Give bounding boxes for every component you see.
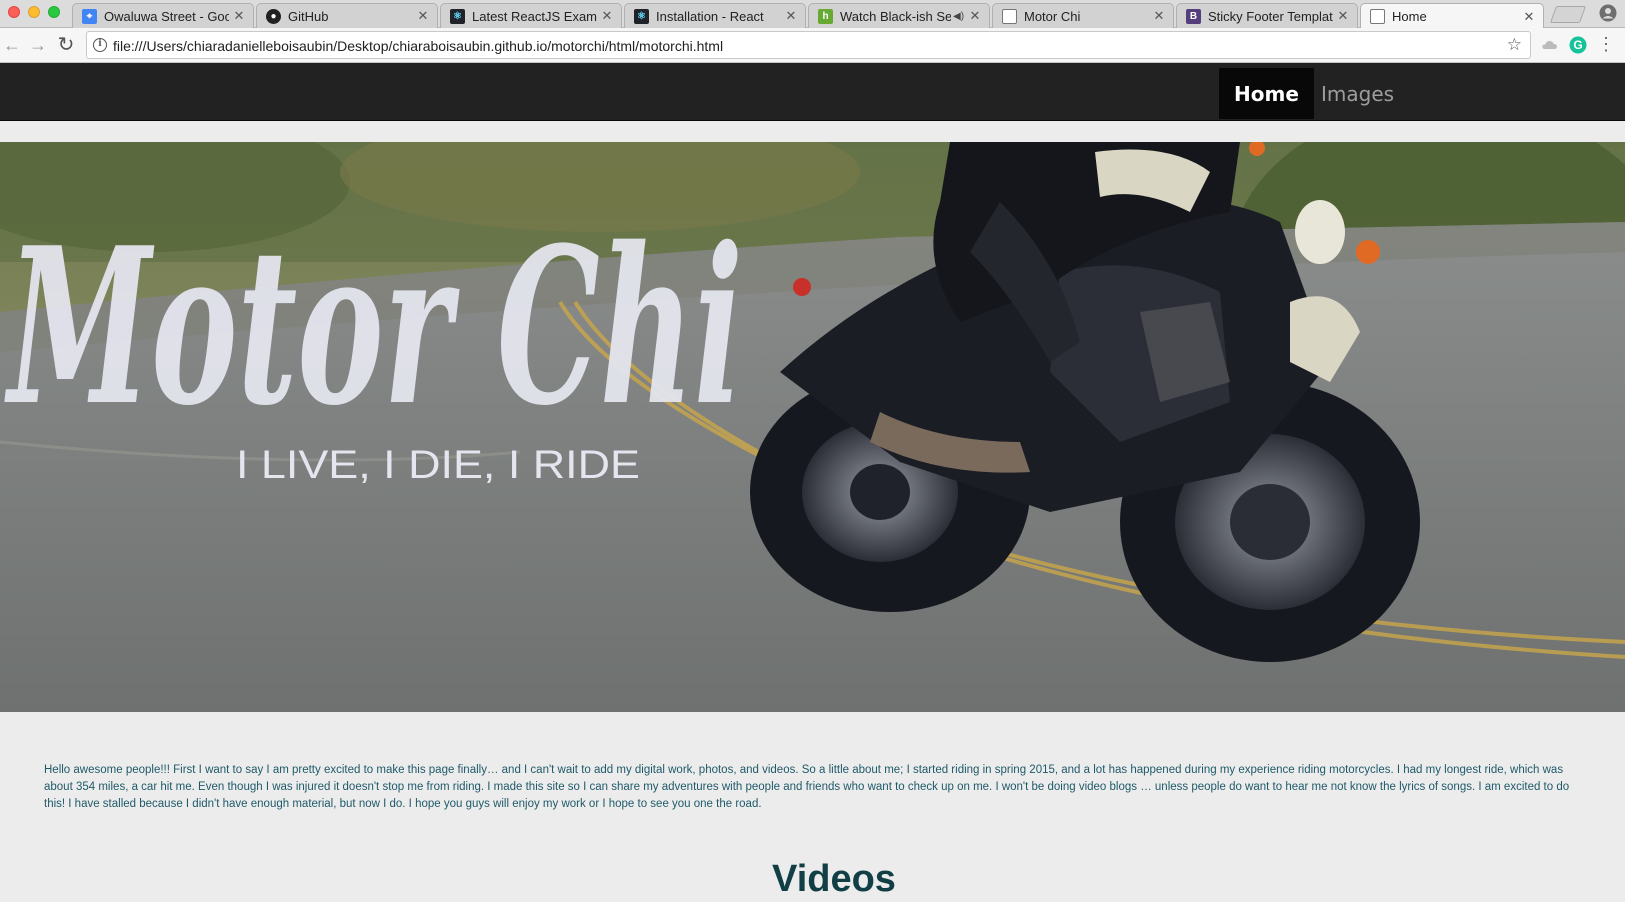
- logo-text: Motor Chi: [4, 200, 743, 453]
- page-icon: [1002, 8, 1017, 24]
- browser-tab-strip: ⌖ Owaluwa Street - Goog ✕ ● GitHub ✕ ⚛ L…: [0, 0, 1625, 29]
- tab-title: GitHub: [288, 8, 329, 24]
- address-bar[interactable]: i file:///Users/chiaradanielleboisaubin/…: [86, 31, 1531, 59]
- tab-title: Watch Black-ish Se: [840, 8, 951, 24]
- bookmark-star-icon[interactable]: ☆: [1507, 35, 1522, 55]
- page-icon: [1370, 9, 1385, 24]
- close-tab-icon[interactable]: ✕: [601, 8, 613, 24]
- site-navbar: Home Images: [0, 63, 1625, 121]
- browser-toolbar: ← → ↻ i file:///Users/chiaradaniellebois…: [0, 28, 1625, 63]
- intro-paragraph: Hello awesome people!!! First I want to …: [44, 764, 1570, 810]
- hero-banner: Motor Chi I LIVE, I DIE, I RIDE: [0, 142, 1625, 712]
- browser-tab-home[interactable]: Home ✕: [1360, 3, 1544, 29]
- github-icon: ●: [266, 8, 281, 24]
- zoom-window-button[interactable]: [48, 6, 60, 18]
- close-tab-icon[interactable]: ✕: [233, 8, 245, 24]
- browser-tab-hulu[interactable]: h Watch Black-ish Se ◀) ✕: [808, 3, 990, 28]
- browser-tab-motor-chi[interactable]: Motor Chi ✕: [992, 3, 1174, 28]
- close-tab-icon[interactable]: ✕: [785, 8, 797, 24]
- tab-title: Sticky Footer Template: [1208, 8, 1333, 24]
- maps-icon: ⌖: [82, 8, 97, 24]
- motor-chi-logo: Motor Chi I LIVE, I DIE, I RIDE: [4, 200, 743, 487]
- close-tab-icon[interactable]: ✕: [969, 8, 981, 24]
- tab-title: Installation - React: [656, 8, 764, 24]
- minimize-window-button[interactable]: [28, 6, 40, 18]
- browser-tab-maps[interactable]: ⌖ Owaluwa Street - Goog ✕: [72, 3, 254, 28]
- bootstrap-icon: B: [1186, 8, 1201, 24]
- videos-heading: Videos: [772, 858, 896, 900]
- browser-tab-github[interactable]: ● GitHub ✕: [256, 3, 438, 28]
- close-tab-icon[interactable]: ✕: [1153, 8, 1165, 24]
- close-window-button[interactable]: [8, 6, 20, 18]
- browser-tab-react-examples[interactable]: ⚛ Latest ReactJS Exampl ✕: [440, 3, 622, 28]
- hulu-icon: h: [818, 8, 833, 24]
- tab-title: Motor Chi: [1024, 8, 1081, 24]
- tab-title: Latest ReactJS Exampl: [472, 8, 597, 24]
- tab-title: Home: [1392, 9, 1427, 24]
- react-icon: ⚛: [634, 8, 649, 24]
- profile-icon[interactable]: [1599, 4, 1617, 22]
- audio-playing-icon[interactable]: ◀): [953, 11, 965, 22]
- grammarly-icon[interactable]: G: [1569, 36, 1587, 54]
- browser-tab-sticky-footer[interactable]: B Sticky Footer Template ✕: [1176, 3, 1358, 28]
- tab-title: Owaluwa Street - Goog: [104, 8, 229, 24]
- url-text[interactable]: file:///Users/chiaradanielleboisaubin/De…: [113, 38, 723, 54]
- new-tab-button[interactable]: [1549, 6, 1587, 23]
- svg-text:G: G: [1573, 38, 1582, 52]
- info-icon[interactable]: i: [93, 38, 107, 52]
- close-tab-icon[interactable]: ✕: [1523, 9, 1535, 25]
- close-tab-icon[interactable]: ✕: [1337, 8, 1349, 24]
- browser-tab-react-installation[interactable]: ⚛ Installation - React ✕: [624, 3, 806, 28]
- cloud-extension-icon[interactable]: [1541, 36, 1559, 54]
- logo-tagline: I LIVE, I DIE, I RIDE: [236, 443, 640, 487]
- react-icon: ⚛: [450, 8, 465, 24]
- nav-home-link[interactable]: Home: [1219, 68, 1314, 119]
- menu-icon[interactable]: ⋮: [1597, 35, 1615, 53]
- close-tab-icon[interactable]: ✕: [417, 8, 429, 24]
- forward-icon[interactable]: →: [28, 36, 48, 56]
- nav-images-link[interactable]: Images: [1306, 68, 1409, 119]
- reload-icon[interactable]: ↻: [56, 35, 76, 56]
- back-icon[interactable]: ←: [2, 36, 22, 56]
